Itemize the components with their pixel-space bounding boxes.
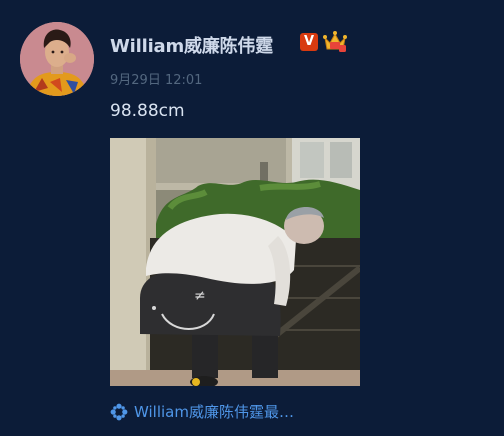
svg-text:≠: ≠ xyxy=(194,288,206,304)
source-link[interactable]: William威廉陈伟霆最… xyxy=(110,401,294,422)
avatar-image xyxy=(20,22,94,96)
username[interactable]: William威廉陈伟霆 xyxy=(110,32,273,58)
flower-link-icon xyxy=(110,403,128,420)
source-link-text[interactable]: William威廉陈伟霆最… xyxy=(134,401,294,422)
post-timestamp[interactable]: 9月29日 12:01 xyxy=(110,69,202,88)
post-text: 98.88cm xyxy=(110,101,185,121)
post-photo-image: ≠ xyxy=(110,138,360,386)
post-photo[interactable]: ≠ xyxy=(110,138,360,386)
verified-v-badge-icon: V xyxy=(300,33,318,51)
crown-member-icon xyxy=(323,31,347,52)
user-avatar[interactable] xyxy=(20,22,94,96)
